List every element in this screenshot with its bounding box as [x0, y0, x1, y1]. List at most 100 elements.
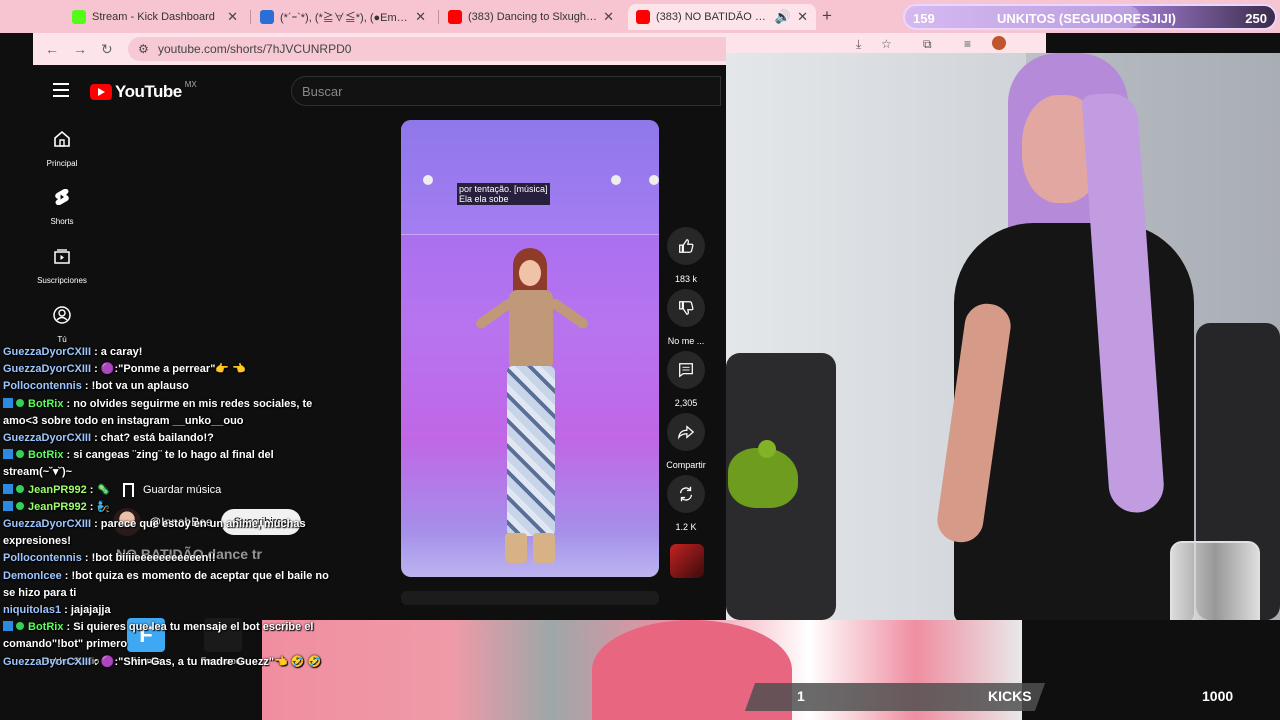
- emoticons-favicon-icon: [260, 10, 274, 24]
- chat-message: niquitolas1 : jajajajja: [3, 602, 333, 619]
- sound-thumbnail[interactable]: [670, 544, 704, 578]
- chat-text: : 🟣:"Shin-Gas, a tu madre Guezz"👈 🤣 🤣: [91, 655, 322, 668]
- chat-message: GuezzaDyorCXIII : a caray!: [3, 344, 333, 361]
- chat-username[interactable]: niquitolas1: [3, 604, 61, 616]
- tab-youtube-dancing[interactable]: (383) Dancing to Slxughter - N ✕: [440, 4, 622, 30]
- next-short-preview[interactable]: [401, 591, 659, 605]
- video-captions: por tentação. [música] Ela ela sobe: [457, 183, 550, 205]
- chat-username[interactable]: GuezzaDyorCXIII: [3, 363, 91, 375]
- chat-username[interactable]: GuezzaDyorCXIII: [3, 518, 91, 530]
- chat-username[interactable]: GuezzaDyorCXIII: [3, 432, 91, 444]
- search-placeholder: Buscar: [302, 84, 343, 99]
- site-info-icon[interactable]: ⚙: [138, 42, 149, 56]
- dislike-button[interactable]: No me ...: [666, 289, 706, 346]
- goal-current: 159: [913, 11, 935, 26]
- youtube-logo[interactable]: YouTube MX: [90, 79, 197, 102]
- profile-avatar[interactable]: [992, 36, 1006, 50]
- you-icon: [53, 306, 71, 324]
- tab-title: (*´ｰ`*), (*≧∀≦*), (●Emoticons: [280, 12, 409, 24]
- chat-username[interactable]: JeanPR992: [28, 484, 87, 496]
- chat-username[interactable]: BotRix: [28, 398, 63, 410]
- caption-line: por tentação. [música]: [459, 184, 548, 194]
- new-tab-button[interactable]: +: [822, 6, 832, 26]
- tab-youtube-batidao[interactable]: (383) NO BATIDÃO dance tr 🔊 ✕: [628, 4, 816, 30]
- region-code: MX: [184, 79, 197, 89]
- chat-username[interactable]: Demonlcee: [3, 570, 62, 582]
- chat-username[interactable]: GuezzaDyorCXIII: [3, 656, 91, 668]
- chat-username[interactable]: BotRix: [28, 449, 63, 461]
- tab-emoticons[interactable]: (*´ｰ`*), (*≧∀≦*), (●Emoticons ✕: [252, 4, 434, 30]
- chat-message: GuezzaDyorCXIII : parece que estoy en un…: [3, 516, 333, 550]
- bookmark-star-icon[interactable]: ☆: [881, 37, 892, 51]
- chat-username[interactable]: Pollocontennis: [3, 552, 82, 564]
- short-video-player[interactable]: por tentação. [música] Ela ela sobe: [401, 120, 659, 577]
- install-icon[interactable]: ⤓: [856, 37, 861, 52]
- close-icon[interactable]: ✕: [415, 9, 426, 25]
- close-icon[interactable]: ✕: [797, 9, 808, 25]
- youtube-play-icon: [90, 84, 112, 100]
- extensions-icon[interactable]: ⧉: [923, 37, 932, 52]
- chat-message: BotRix : no olvides seguirme en mis rede…: [3, 396, 333, 430]
- goal-name: UNKITOS (SEGUIDORESJIJI): [997, 11, 1176, 26]
- kicks-label: KICKS: [988, 688, 1032, 704]
- dislike-label: No me ...: [667, 336, 705, 346]
- like-count: 183 k: [674, 274, 698, 284]
- close-icon[interactable]: ✕: [603, 9, 614, 25]
- bot-badge-icon: [3, 483, 13, 494]
- sidebar-item-shorts[interactable]: Shorts: [33, 187, 91, 226]
- speaker-icon[interactable]: 🔊: [775, 9, 791, 25]
- share-label: Compartir: [666, 460, 706, 470]
- url-text: youtube.com/shorts/7hJVCUNRPD0: [158, 42, 352, 56]
- kicks-count: 1: [797, 688, 805, 704]
- bot-badge-icon: [3, 621, 13, 632]
- comments-icon: [679, 363, 693, 378]
- verified-icon: [16, 484, 24, 493]
- comments-button[interactable]: 2,305: [666, 351, 706, 408]
- tab-title: (383) NO BATIDÃO dance tr: [656, 11, 769, 23]
- subscriptions-icon: [54, 249, 70, 264]
- remix-count: 1.2 K: [675, 522, 697, 532]
- chat-message: JeanPR992 : 🦠: [3, 482, 333, 499]
- sidebar-item-suscripciones[interactable]: Suscripciones: [33, 246, 91, 285]
- back-arrow-icon[interactable]: ←: [45, 41, 59, 57]
- tab-kick-dashboard[interactable]: Stream - Kick Dashboard ✕: [64, 4, 246, 30]
- sidebar-item-label: Principal: [46, 159, 78, 168]
- chat-text: : jajajajja: [61, 604, 111, 617]
- hamburger-menu-icon[interactable]: [53, 83, 69, 97]
- chat-text: : !bot biiiieeeeeeeeeeen!!: [81, 552, 216, 565]
- url-field[interactable]: ⚙ youtube.com/shorts/7hJVCUNRPD0: [128, 37, 738, 61]
- chat-message: GuezzaDyorCXIII : 🟣:"Shin-Gas, a tu madr…: [3, 654, 333, 671]
- verified-icon: [16, 398, 24, 407]
- shorts-icon: [55, 189, 69, 205]
- close-icon[interactable]: ✕: [227, 9, 238, 25]
- like-button[interactable]: 183 k: [666, 227, 706, 284]
- verified-icon: [16, 622, 24, 631]
- kicks-goal: 1000: [1202, 688, 1234, 704]
- youtube-favicon-icon: [636, 10, 650, 24]
- chat-text: : !bot va un aplauso: [81, 380, 189, 393]
- search-input[interactable]: Buscar: [291, 76, 721, 106]
- chat-text: : 🦠: [86, 483, 111, 496]
- share-button[interactable]: Compartir: [666, 413, 706, 470]
- forward-arrow-icon[interactable]: →: [73, 41, 87, 57]
- home-icon: [54, 130, 70, 147]
- bot-badge-icon: [3, 397, 13, 408]
- sidebar-item-label: Shorts: [50, 217, 74, 226]
- chat-username[interactable]: GuezzaDyorCXIII: [3, 346, 91, 358]
- sidebar-item-tu[interactable]: Tú: [33, 305, 91, 344]
- chat-username[interactable]: BotRix: [28, 621, 63, 633]
- stream-chat: GuezzaDyorCXIII : a caray! GuezzaDyorCXII…: [3, 344, 333, 671]
- sidebar-item-label: Tú: [57, 335, 67, 344]
- chat-message: BotRix : Si quieres que lea tu mensaje e…: [3, 619, 333, 653]
- chat-username[interactable]: Pollocontennis: [3, 380, 82, 392]
- chat-username[interactable]: JeanPR992: [28, 501, 87, 513]
- chat-text: : 🟣:"Ponme a perrear"👉 👈: [91, 363, 246, 376]
- sidebar-item-principal[interactable]: Principal: [33, 129, 91, 168]
- remix-button[interactable]: 1.2 K: [666, 475, 706, 532]
- comments-count: 2,305: [674, 398, 698, 408]
- follower-goal-bar: 159 UNKITOS (SEGUIDORESJIJI) 250: [903, 4, 1277, 30]
- reading-list-icon[interactable]: ≡: [964, 37, 971, 51]
- like-icon: [679, 239, 694, 253]
- dancer-figure: [471, 248, 591, 577]
- reload-icon[interactable]: ↻: [101, 41, 113, 58]
